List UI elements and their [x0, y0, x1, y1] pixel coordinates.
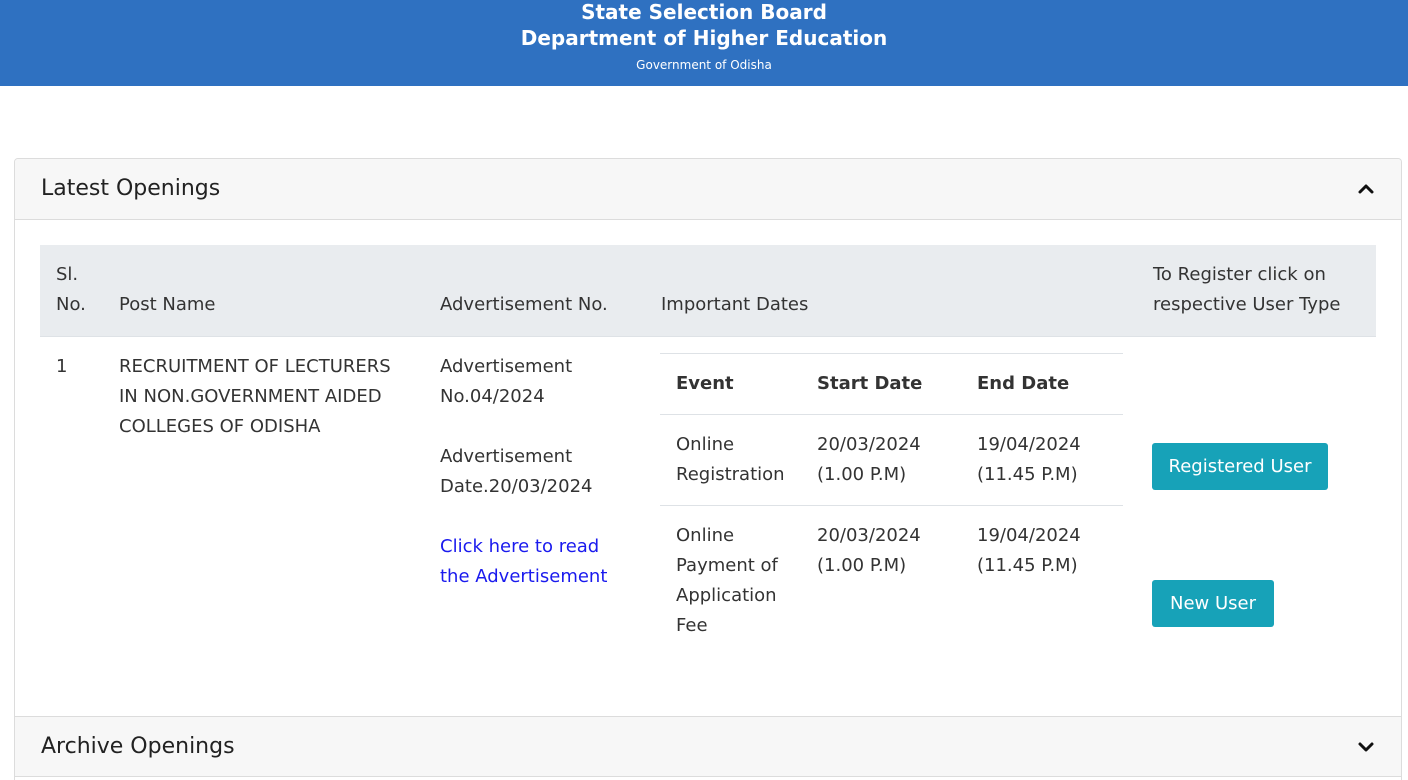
dates-header-event: Event: [676, 373, 734, 394]
header-register-line2: respective User Type: [1153, 294, 1341, 315]
dates-row1-end-line1: 19/04/2024: [977, 434, 1081, 455]
site-header: State Selection Board Department of High…: [0, 0, 1408, 86]
post-name-line1: RECRUITMENT OF LECTURERS: [119, 356, 391, 377]
chevron-up-icon[interactable]: [1355, 178, 1377, 200]
header-important-dates: Important Dates: [661, 294, 809, 315]
header-sl-line2: No.: [56, 294, 86, 315]
dates-row2-end-line1: 19/04/2024: [977, 525, 1081, 546]
openings-accordion: Latest Openings Sl. No. Post Name Advert…: [14, 158, 1402, 780]
adv-no-line2: No.04/2024: [440, 386, 545, 407]
dates-table-row-divider: [660, 505, 1123, 506]
dates-row2-event-line4: Fee: [676, 615, 708, 636]
header-post-name: Post Name: [119, 294, 216, 315]
header-register-line1: To Register click on: [1153, 264, 1326, 285]
read-advertisement-link-line2[interactable]: the Advertisement: [440, 562, 607, 592]
header-government: Government of Odisha: [636, 58, 772, 72]
dates-row1-start-line2: (1.00 P.M): [817, 464, 907, 485]
dates-row2-end-line2: (11.45 P.M): [977, 555, 1078, 576]
header-department: Department of Higher Education: [520, 26, 888, 50]
header-advertisement-no: Advertisement No.: [440, 294, 608, 315]
dates-header-end: End Date: [977, 373, 1070, 394]
post-name-line2: IN NON.GOVERNMENT AIDED: [119, 386, 382, 407]
archive-openings-title: Archive Openings: [41, 734, 235, 759]
latest-openings-header[interactable]: Latest Openings: [15, 159, 1401, 220]
archive-openings-header[interactable]: Archive Openings: [15, 716, 1401, 777]
dates-row2-event-line3: Application: [676, 585, 777, 606]
dates-header-start: Start Date: [817, 373, 923, 394]
dates-row2-event-line1: Online: [676, 525, 735, 546]
header-title: State Selection Board: [581, 0, 827, 24]
row-sl-no: 1: [56, 356, 68, 377]
dates-row2-start-line2: (1.00 P.M): [817, 555, 907, 576]
chevron-down-icon[interactable]: [1355, 736, 1377, 758]
header-sl-line1: Sl.: [56, 264, 79, 285]
dates-row2-event-line2: Payment of: [676, 555, 778, 576]
dates-row1-event-line2: Registration: [676, 464, 785, 485]
adv-no-line1: Advertisement: [440, 356, 573, 377]
adv-date-line1: Advertisement: [440, 446, 573, 467]
dates-row1-end-line2: (11.45 P.M): [977, 464, 1078, 485]
dates-table-divider: [660, 414, 1123, 415]
new-user-button[interactable]: New User: [1152, 580, 1274, 627]
dates-table-top-border: [660, 353, 1123, 354]
read-advertisement-link[interactable]: Click here to read: [440, 532, 599, 562]
latest-openings-title: Latest Openings: [41, 176, 221, 201]
registered-user-button[interactable]: Registered User: [1152, 443, 1328, 490]
dates-row1-event-line1: Online: [676, 434, 735, 455]
post-name-line3: COLLEGES OF ODISHA: [119, 416, 321, 437]
adv-date-line2: Date.20/03/2024: [440, 476, 593, 497]
dates-row2-start-line1: 20/03/2024: [817, 525, 921, 546]
dates-row1-start-line1: 20/03/2024: [817, 434, 921, 455]
